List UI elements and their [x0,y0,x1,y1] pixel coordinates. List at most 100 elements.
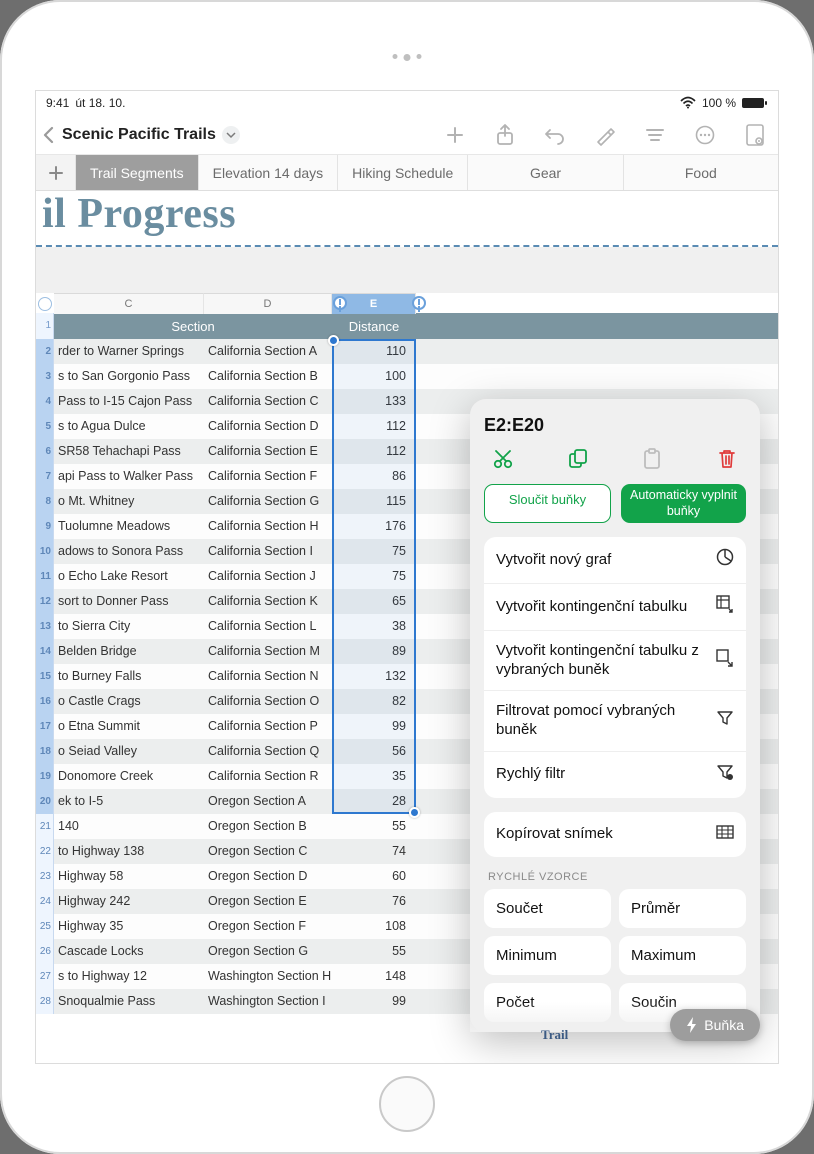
cell-section[interactable]: Oregon Section F [204,914,332,939]
cell-segment[interactable]: 140 [54,814,204,839]
cut-icon[interactable] [490,446,516,472]
cell-segment[interactable]: adows to Sonora Pass [54,539,204,564]
cell-distance[interactable]: 115 [332,489,416,514]
undo-icon[interactable] [544,124,566,146]
formula-avg[interactable]: Průměr [619,889,746,928]
tab-hiking-schedule[interactable]: Hiking Schedule [338,155,468,190]
cell-distance[interactable]: 132 [332,664,416,689]
cell-segment[interactable]: sort to Donner Pass [54,589,204,614]
copy-icon[interactable] [565,446,591,472]
cell-section[interactable]: California Section B [204,364,332,389]
table-row[interactable]: 3s to San Gorgonio PassCalifornia Sectio… [36,364,778,389]
sort-icon[interactable] [644,124,666,146]
cell-section[interactable]: California Section K [204,589,332,614]
header-section[interactable]: Section [54,313,332,339]
format-icon[interactable] [594,124,616,146]
back-button[interactable] [42,126,56,144]
cell-distance[interactable]: 110 [332,339,416,364]
cell-section[interactable]: Oregon Section E [204,889,332,914]
row-number[interactable]: 22 [36,839,54,864]
cell-distance[interactable]: 76 [332,889,416,914]
cell-distance[interactable]: 35 [332,764,416,789]
tab-food[interactable]: Food [624,155,778,190]
cell-distance[interactable]: 100 [332,364,416,389]
row-number[interactable]: 9 [36,514,54,539]
cell-section[interactable]: California Section H [204,514,332,539]
cell-section[interactable]: California Section D [204,414,332,439]
row-number[interactable]: 5 [36,414,54,439]
cell-section[interactable]: California Section I [204,539,332,564]
col-c[interactable]: C [54,293,204,314]
tab-gear[interactable]: Gear [468,155,623,190]
row-number[interactable]: 12 [36,589,54,614]
cell-section[interactable]: Oregon Section C [204,839,332,864]
cell-section[interactable]: California Section M [204,639,332,664]
cell-distance[interactable]: 86 [332,464,416,489]
more-icon[interactable] [694,124,716,146]
cell-segment[interactable]: o Echo Lake Resort [54,564,204,589]
delete-icon[interactable] [714,446,740,472]
merge-cells-button[interactable]: Sloučit buňky [484,484,611,523]
cell-segment[interactable]: s to Highway 12 [54,964,204,989]
cell-segment[interactable]: Pass to I-15 Cajon Pass [54,389,204,414]
add-sheet-button[interactable] [36,155,76,190]
cell-section[interactable]: California Section R [204,764,332,789]
cell-segment[interactable]: SR58 Tehachapi Pass [54,439,204,464]
inspector-icon[interactable] [744,124,766,146]
cell-distance[interactable]: 75 [332,539,416,564]
select-all-corner[interactable] [38,297,52,311]
add-icon[interactable] [444,124,466,146]
col-d[interactable]: D [204,293,332,314]
canvas-gap[interactable] [36,247,778,293]
paste-icon[interactable] [639,446,665,472]
quick-filter-item[interactable]: Rychlý filtr [484,752,746,798]
row-number[interactable]: 7 [36,464,54,489]
cell-section[interactable]: California Section F [204,464,332,489]
document-title[interactable]: Scenic Pacific Trails [62,126,216,144]
cell-distance[interactable]: 55 [332,814,416,839]
row-number[interactable]: 20 [36,789,54,814]
cell-distance[interactable]: 89 [332,639,416,664]
cell-segment[interactable]: Donomore Creek [54,764,204,789]
row-number[interactable]: 25 [36,914,54,939]
cell-segment[interactable]: to Highway 138 [54,839,204,864]
document-menu-button[interactable] [222,126,240,144]
cell-section[interactable]: Washington Section H [204,964,332,989]
row-number[interactable]: 21 [36,814,54,839]
create-pivot-item[interactable]: Vytvořit kontingenční tabulku [484,584,746,631]
cell-distance[interactable]: 112 [332,414,416,439]
cell-segment[interactable]: o Mt. Whitney [54,489,204,514]
row-number[interactable]: 16 [36,689,54,714]
header-distance[interactable]: Distance [332,313,416,339]
row-number[interactable]: 26 [36,939,54,964]
cell-distance[interactable]: 99 [332,714,416,739]
cell-segment[interactable]: rder to Warner Springs [54,339,204,364]
row-number[interactable]: 11 [36,564,54,589]
row-number[interactable]: 23 [36,864,54,889]
cell-section[interactable]: California Section N [204,664,332,689]
cell-segment[interactable]: Cascade Locks [54,939,204,964]
create-chart-item[interactable]: Vytvořit nový graf [484,537,746,584]
cell-section[interactable]: California Section A [204,339,332,364]
cell-distance[interactable]: 65 [332,589,416,614]
table-row[interactable]: 2rder to Warner SpringsCalifornia Sectio… [36,339,778,364]
cell-segment[interactable]: Highway 35 [54,914,204,939]
cell-segment[interactable]: to Sierra City [54,614,204,639]
cell-segment[interactable]: s to San Gorgonio Pass [54,364,204,389]
formula-min[interactable]: Minimum [484,936,611,975]
cell-distance[interactable]: 133 [332,389,416,414]
cell-distance[interactable]: 112 [332,439,416,464]
row-number[interactable]: 10 [36,539,54,564]
row-number[interactable]: 17 [36,714,54,739]
cell-segment[interactable]: s to Agua Dulce [54,414,204,439]
cell-section[interactable]: California Section L [204,614,332,639]
cell-distance[interactable]: 148 [332,964,416,989]
row-number[interactable]: 13 [36,614,54,639]
cell-segment[interactable]: Highway 58 [54,864,204,889]
cell-section[interactable]: California Section P [204,714,332,739]
cell-segment[interactable]: to Burney Falls [54,664,204,689]
cell-segment[interactable]: o Seiad Valley [54,739,204,764]
cell-segment[interactable]: Belden Bridge [54,639,204,664]
share-icon[interactable] [494,124,516,146]
cell-section[interactable]: California Section O [204,689,332,714]
